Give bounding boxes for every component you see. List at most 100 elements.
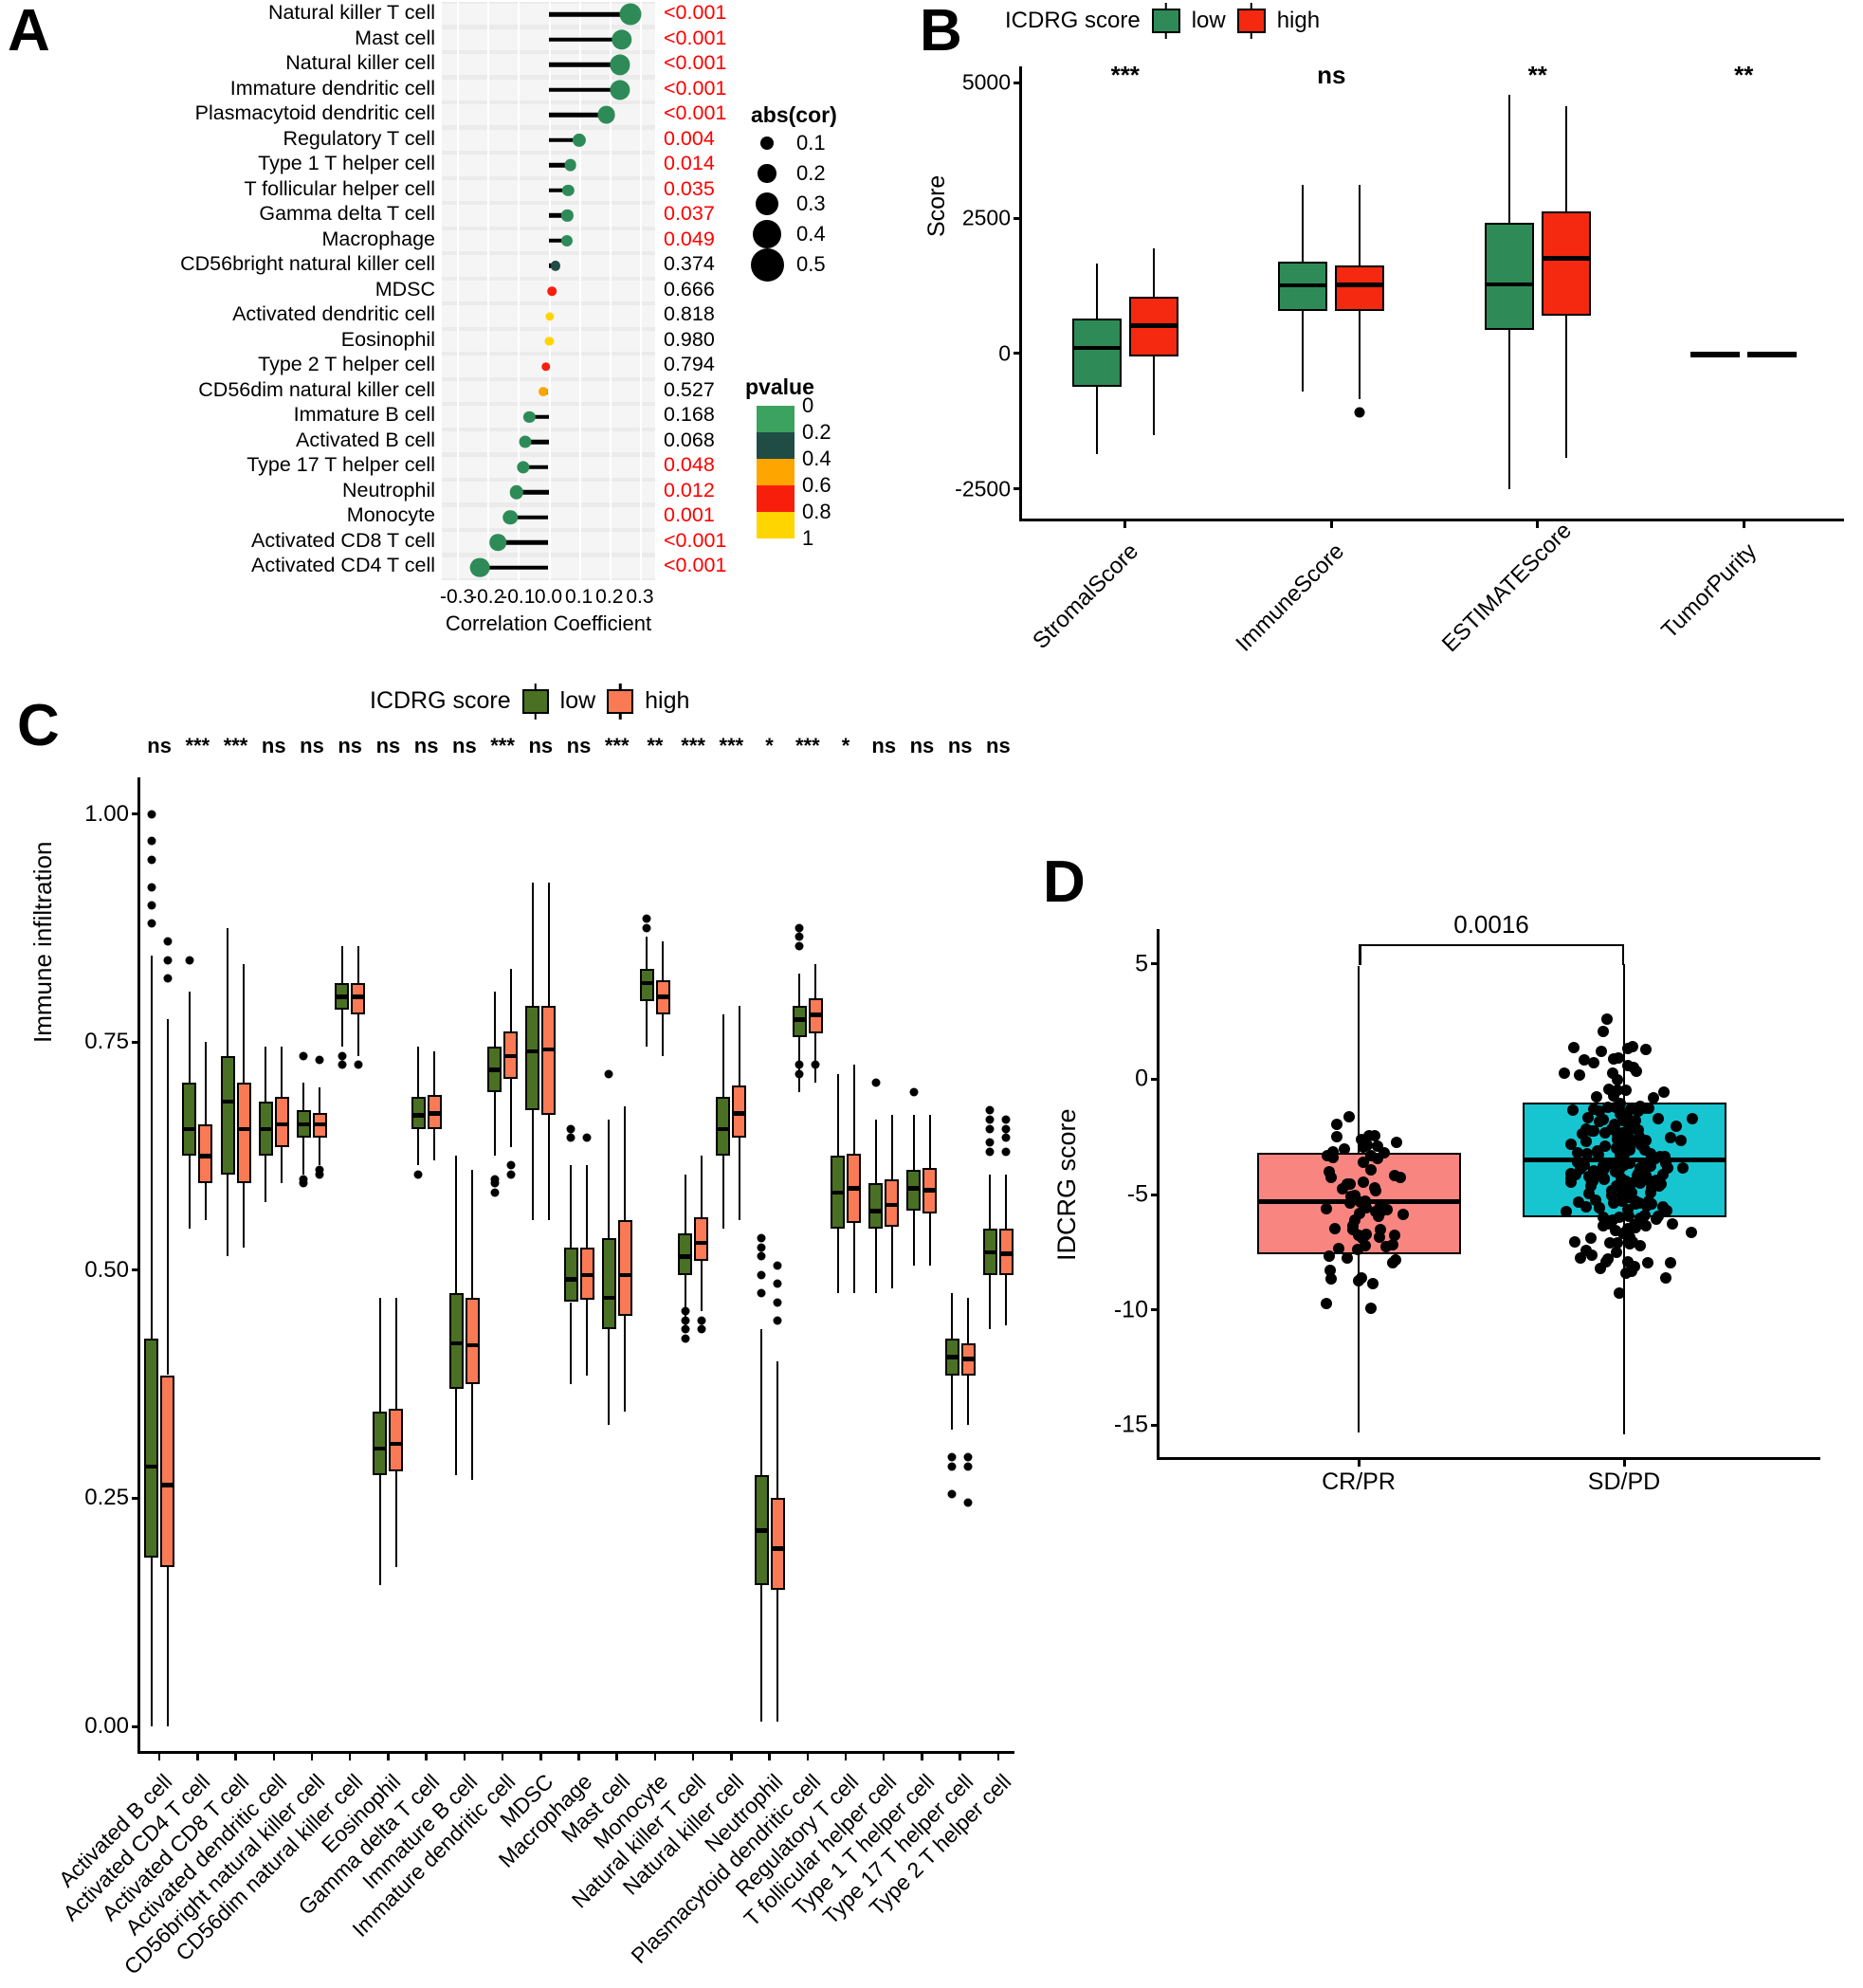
box-high: [732, 777, 747, 1751]
x-axis-tick-mark: [425, 1751, 428, 1760]
outlier-point: [681, 1306, 690, 1316]
whisker-lower: [646, 1000, 648, 1047]
row-label-cell-type: Natural killer T cell: [267, 1, 435, 24]
outlier-point: [147, 901, 156, 910]
whisker-upper: [836, 1073, 839, 1157]
data-point: [1631, 1135, 1643, 1147]
row-label-cell-type: Type 17 T helper cell: [247, 453, 435, 477]
median-line: [732, 1111, 747, 1116]
data-point: [1653, 1211, 1665, 1223]
data-point: [1584, 1180, 1597, 1193]
lollipop-dot: [564, 159, 577, 172]
significance-marker: ***: [795, 734, 820, 757]
row-label-cell-type: MDSC: [374, 277, 435, 301]
outlier-point: [1354, 407, 1365, 418]
outlier-point: [413, 1170, 423, 1179]
data-point: [1330, 1118, 1342, 1130]
panel-c-boxplot: C ICDRG score low high Immune infiltrati…: [0, 664, 1100, 1979]
whisker-upper: [281, 1046, 283, 1097]
box-high: [617, 777, 632, 1751]
data-point: [1577, 1127, 1589, 1140]
median-line: [487, 1067, 502, 1072]
outlier-point: [795, 941, 804, 951]
whisker-lower: [1302, 310, 1305, 392]
data-point: [1686, 1112, 1698, 1124]
significance-marker: ns: [528, 734, 554, 757]
data-point: [1660, 1272, 1672, 1285]
data-point: [1605, 1184, 1617, 1196]
box-low: [411, 777, 426, 1751]
x-axis-tick-label: -0.1: [501, 586, 536, 608]
size-legend-dot-wrap: [745, 247, 789, 282]
outlier-point: [963, 1462, 973, 1471]
whisker-lower: [394, 1470, 397, 1567]
whisker-lower: [547, 1115, 550, 1220]
data-point: [1589, 1195, 1601, 1207]
y-axis-tick-mark: [132, 1268, 140, 1272]
whisker-upper: [1359, 184, 1361, 266]
whisker-lower: [662, 1014, 665, 1056]
median-line: [694, 1240, 709, 1246]
data-point: [1612, 1074, 1624, 1086]
size-legend-label: 0.3: [796, 192, 826, 215]
box-high: [389, 777, 404, 1751]
whisker-lower: [570, 1302, 572, 1385]
whisker-upper: [760, 1329, 763, 1476]
data-point: [1561, 1206, 1573, 1218]
box-body: [541, 1005, 557, 1116]
whisker-upper: [989, 1174, 992, 1230]
data-point: [1574, 1252, 1586, 1264]
data-point: [1374, 1208, 1386, 1220]
whisker-upper: [721, 1014, 724, 1097]
y-axis-tick-mark: [1014, 216, 1022, 220]
significance-marker: ***: [223, 734, 248, 757]
median-line: [982, 1249, 997, 1255]
median-line: [944, 1355, 959, 1359]
panel-d-plot-area: -15 -10 -5 0 5 CR/PR SD/PD 0.0016: [1114, 910, 1820, 1495]
whisker-lower: [814, 1032, 817, 1084]
row-label-cell-type: T follicular helper cell: [244, 176, 435, 200]
box-high: [998, 777, 1014, 1751]
panel-a-x-axis-title: Correlation Coefficient: [445, 611, 652, 635]
color-legend-segment: [757, 485, 795, 512]
data-point: [1675, 1134, 1688, 1146]
significance-marker: ns: [413, 734, 439, 757]
y-axis-tick-mark: [1014, 487, 1022, 491]
lollipop-stem: [548, 12, 631, 17]
pvalue-label: <0.001: [664, 554, 727, 577]
box-high: [847, 777, 862, 1751]
whisker-lower: [989, 1274, 992, 1330]
row-label-cell-type: Type 1 T helper cell: [258, 152, 435, 175]
box-low: [831, 777, 846, 1751]
legend-label-high: high: [645, 687, 690, 714]
legend-label-low: low: [1191, 8, 1226, 33]
significance-marker: *: [841, 734, 850, 757]
box-high: [655, 777, 670, 1751]
outlier-point: [1001, 1115, 1011, 1124]
grid-line-vertical: [639, 2, 642, 580]
x-axis-tick-mark: [1622, 1457, 1626, 1467]
median-line: [1690, 351, 1741, 356]
whisker-lower: [509, 1078, 512, 1147]
data-point: [1615, 1107, 1627, 1120]
bracket-tick-right: [1621, 943, 1624, 965]
significance-marker: ns: [147, 734, 172, 757]
whisker-lower: [890, 1226, 893, 1289]
row-label-cell-type: Activated CD8 T cell: [251, 528, 435, 552]
median-line: [296, 1122, 311, 1127]
median-line: [373, 1446, 388, 1451]
data-point: [1635, 1176, 1647, 1189]
row-label-cell-type: Plasmacytoid dendritic cell: [194, 101, 435, 125]
data-point: [1585, 1249, 1598, 1261]
whisker-lower: [150, 1558, 153, 1727]
row-label-cell-type: Regulatory T cell: [283, 126, 435, 150]
median-line: [847, 1186, 862, 1191]
data-point: [1360, 1228, 1372, 1240]
box-low: [563, 777, 578, 1751]
box-high: [274, 777, 289, 1751]
box-high: [770, 777, 785, 1751]
box-high: [427, 777, 442, 1751]
lollipop-dot: [619, 3, 642, 26]
whisker-upper: [227, 927, 229, 1056]
median-line: [754, 1528, 769, 1533]
